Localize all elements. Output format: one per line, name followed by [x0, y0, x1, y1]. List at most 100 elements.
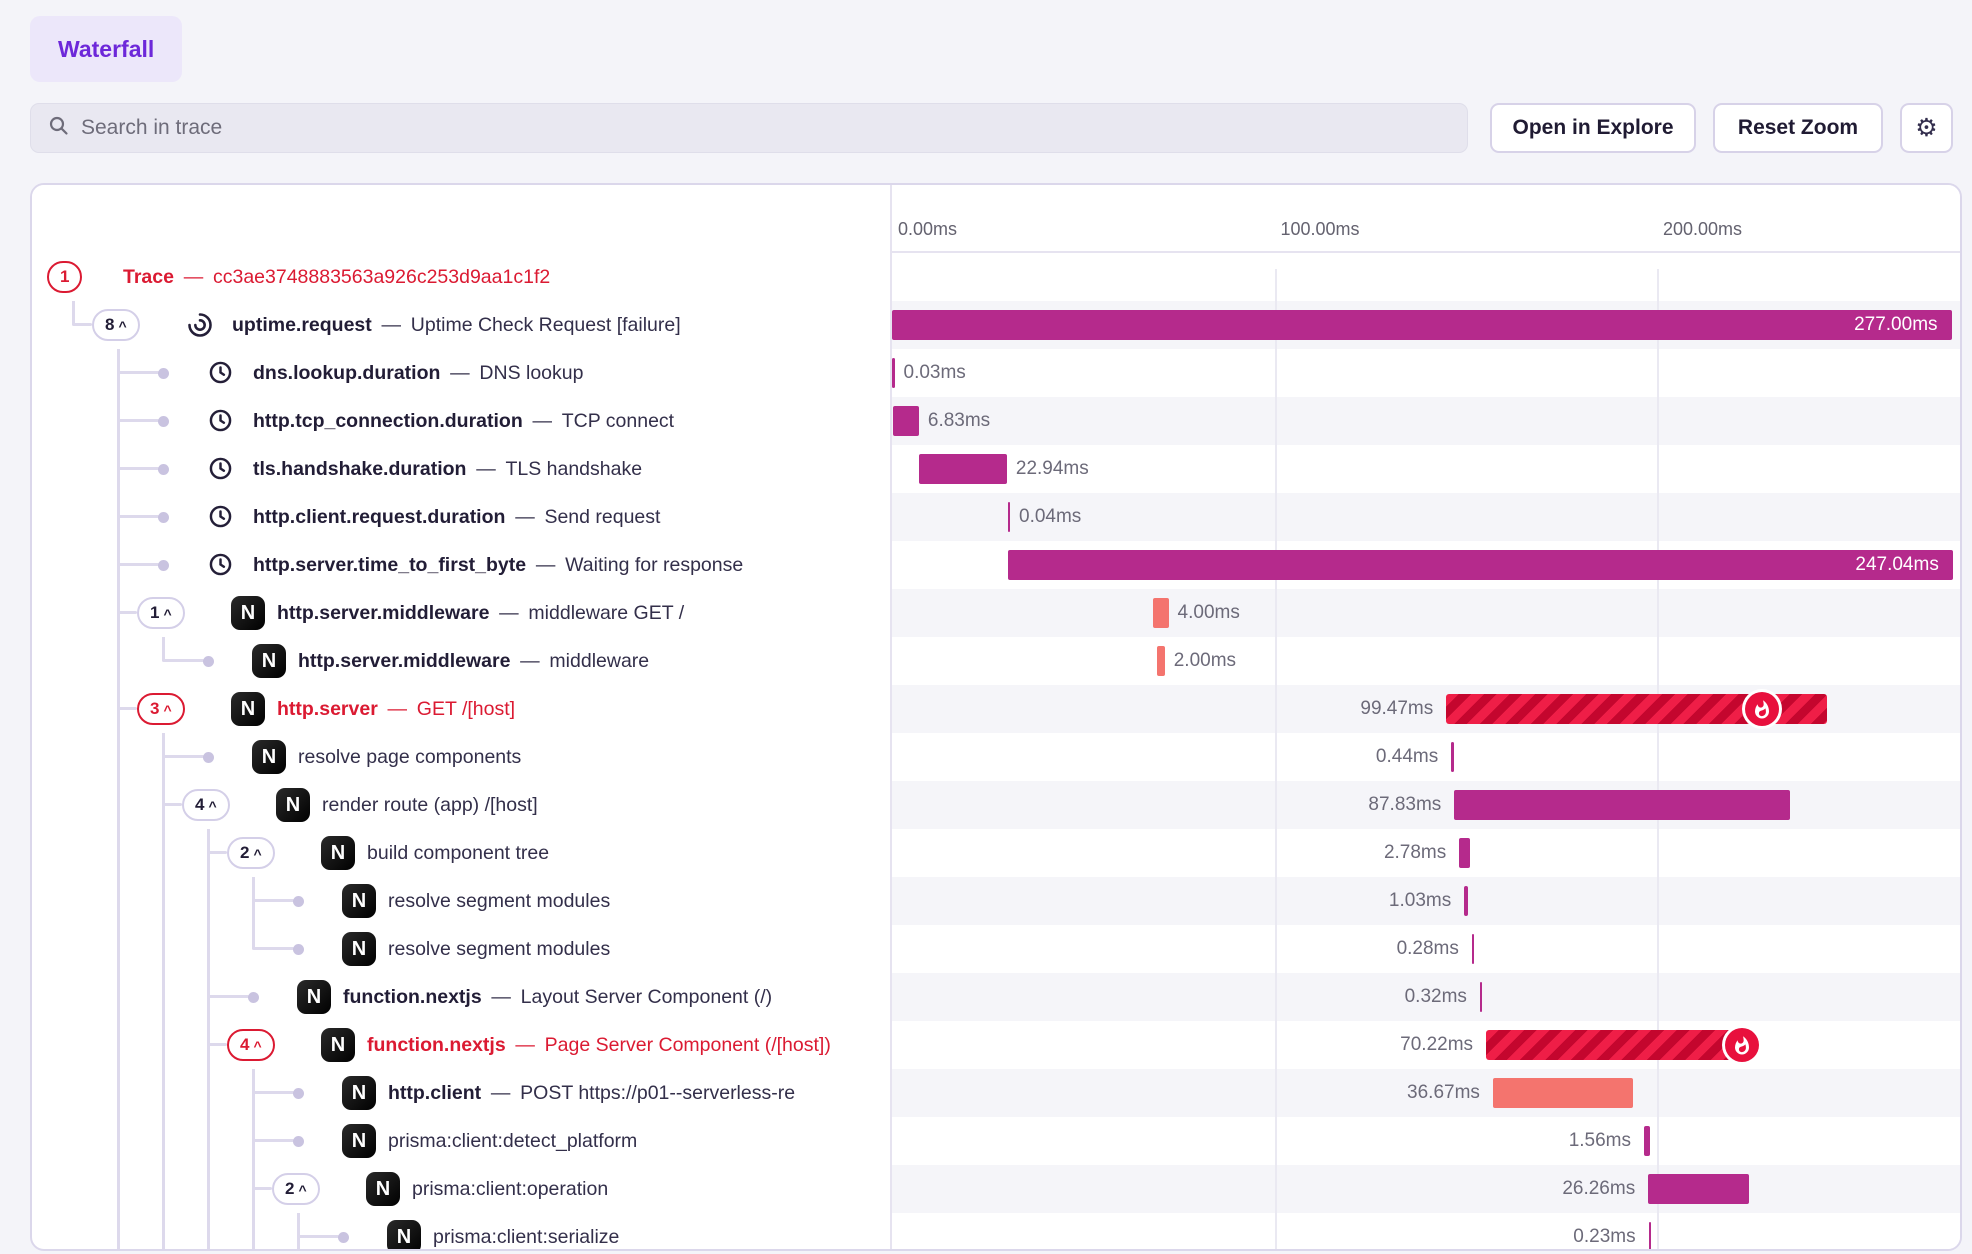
trace-row[interactable]: 1Trace — cc3ae3748883563a926c253d9aa1c1f…	[32, 253, 1960, 301]
duration-bar[interactable]	[1008, 502, 1011, 532]
span-description: resolve segment modules	[388, 925, 610, 973]
trace-row[interactable]: 8^uptime.request — Uptime Check Request …	[32, 301, 1960, 349]
duration-bar[interactable]	[1451, 742, 1454, 772]
waterfall-cell[interactable]: 0.28ms	[892, 925, 1960, 973]
duration-bar[interactable]	[1486, 1030, 1755, 1060]
tab-waterfall[interactable]: Waterfall	[30, 16, 182, 82]
trace-row[interactable]: dns.lookup.duration — DNS lookup0.03ms	[32, 349, 1960, 397]
span-tree-cell[interactable]: Nresolve segment modules	[32, 877, 890, 925]
trace-row[interactable]: Nresolve segment modules1.03ms	[32, 877, 1960, 925]
waterfall-cell[interactable]: 0.32ms	[892, 973, 1960, 1021]
waterfall-cell[interactable]: 70.22ms	[892, 1021, 1960, 1069]
duration-bar[interactable]	[1153, 598, 1168, 628]
span-tree-cell[interactable]: http.client.request.duration — Send requ…	[32, 493, 890, 541]
trace-row[interactable]: 2^Nprisma:client:operation26.26ms	[32, 1165, 1960, 1213]
waterfall-cell[interactable]: 1.03ms	[892, 877, 1960, 925]
span-tree-cell[interactable]: 2^Nprisma:client:operation	[32, 1165, 890, 1213]
span-tree-cell[interactable]: 1Trace — cc3ae3748883563a926c253d9aa1c1f…	[32, 253, 890, 301]
duration-bar[interactable]	[1008, 550, 1953, 580]
span-tree-cell[interactable]: Nhttp.client — POST https://p01--serverl…	[32, 1069, 890, 1117]
waterfall-cell[interactable]: 247.04ms	[892, 541, 1960, 589]
span-tree-cell[interactable]: dns.lookup.duration — DNS lookup	[32, 349, 890, 397]
waterfall-cell[interactable]: 0.03ms	[892, 349, 1960, 397]
span-count-pill[interactable]: 2^	[272, 1173, 320, 1205]
waterfall-cell[interactable]: 99.47ms	[892, 685, 1960, 733]
span-count-pill[interactable]: 1^	[137, 597, 185, 629]
span-description: http.server.middleware — middleware GET …	[277, 589, 684, 637]
waterfall-cell[interactable]: 87.83ms	[892, 781, 1960, 829]
duration-bar[interactable]	[1454, 790, 1790, 820]
span-tree-cell[interactable]: 4^Nfunction.nextjs — Page Server Compone…	[32, 1021, 890, 1069]
trace-row[interactable]: tls.handshake.duration — TLS handshake22…	[32, 445, 1960, 493]
trace-row[interactable]: 4^Nrender route (app) /[host]87.83ms	[32, 781, 1960, 829]
trace-row[interactable]: 2^Nbuild component tree2.78ms	[32, 829, 1960, 877]
waterfall-cell[interactable]: 2.78ms	[892, 829, 1960, 877]
trace-row[interactable]: Nresolve segment modules0.28ms	[32, 925, 1960, 973]
reset-zoom-button[interactable]: Reset Zoom	[1713, 103, 1883, 153]
duration-bar[interactable]	[1644, 1126, 1650, 1156]
duration-bar[interactable]	[892, 310, 1952, 340]
span-count-pill[interactable]: 2^	[227, 837, 275, 869]
duration-bar[interactable]	[1480, 982, 1483, 1012]
waterfall-cell[interactable]: 36.67ms	[892, 1069, 1960, 1117]
trace-row[interactable]: Nhttp.server.middleware — middleware2.00…	[32, 637, 1960, 685]
waterfall-cell[interactable]: 1.56ms	[892, 1117, 1960, 1165]
span-tree-cell[interactable]: http.server.time_to_first_byte — Waiting…	[32, 541, 890, 589]
span-tree-cell[interactable]: Nhttp.server.middleware — middleware	[32, 637, 890, 685]
waterfall-cell[interactable]: 2.00ms	[892, 637, 1960, 685]
span-tree-cell[interactable]: Nfunction.nextjs — Layout Server Compone…	[32, 973, 890, 1021]
waterfall-cell[interactable]: 4.00ms	[892, 589, 1960, 637]
waterfall-cell[interactable]: 6.83ms	[892, 397, 1960, 445]
span-count-pill[interactable]: 4^	[182, 789, 230, 821]
trace-row[interactable]: 1^Nhttp.server.middleware — middleware G…	[32, 589, 1960, 637]
trace-row[interactable]: Nprisma:client:detect_platform1.56ms	[32, 1117, 1960, 1165]
trace-row[interactable]: http.server.time_to_first_byte — Waiting…	[32, 541, 1960, 589]
span-tree-cell[interactable]: 8^uptime.request — Uptime Check Request …	[32, 301, 890, 349]
trace-row[interactable]: Nresolve page components0.44ms	[32, 733, 1960, 781]
span-tree-cell[interactable]: 4^Nrender route (app) /[host]	[32, 781, 890, 829]
duration-bar[interactable]	[893, 406, 919, 436]
span-count-pill[interactable]: 4^	[227, 1029, 275, 1061]
trace-row[interactable]: 3^Nhttp.server — GET /[host]99.47ms	[32, 685, 1960, 733]
span-tree-cell[interactable]: Nresolve segment modules	[32, 925, 890, 973]
span-tree-cell[interactable]: http.tcp_connection.duration — TCP conne…	[32, 397, 890, 445]
search-input[interactable]: Search in trace	[30, 103, 1468, 153]
duration-bar[interactable]	[1157, 646, 1165, 676]
span-tree-cell[interactable]: Nresolve page components	[32, 733, 890, 781]
duration-bar[interactable]	[1464, 886, 1468, 916]
duration-bar[interactable]	[919, 454, 1007, 484]
span-tree-cell[interactable]: Nprisma:client:detect_platform	[32, 1117, 890, 1165]
span-tree-cell[interactable]: 3^Nhttp.server — GET /[host]	[32, 685, 890, 733]
waterfall-cell[interactable]: 277.00ms	[892, 301, 1960, 349]
open-in-explore-button[interactable]: Open in Explore	[1490, 103, 1696, 153]
duration-bar[interactable]	[1648, 1174, 1748, 1204]
span-tree-cell[interactable]: Nprisma:client:serialize	[32, 1213, 890, 1251]
waterfall-cell[interactable]	[892, 253, 1960, 301]
settings-button[interactable]: ⚙	[1900, 103, 1953, 153]
trace-row[interactable]: Nprisma:client:serialize0.23ms	[32, 1213, 1960, 1251]
duration-bar[interactable]	[1493, 1078, 1633, 1108]
trace-row[interactable]: http.client.request.duration — Send requ…	[32, 493, 1960, 541]
waterfall-cell[interactable]: 26.26ms	[892, 1165, 1960, 1213]
span-count-pill[interactable]: 1	[47, 261, 82, 293]
span-count-pill[interactable]: 3^	[137, 693, 185, 725]
duration-bar[interactable]	[1649, 1222, 1652, 1251]
chevron-up-icon: ^	[253, 846, 261, 862]
waterfall-cell[interactable]: 22.94ms	[892, 445, 1960, 493]
span-op-name: http.client	[388, 1082, 481, 1104]
duration-bar[interactable]	[892, 358, 895, 388]
duration-bar[interactable]	[1472, 934, 1475, 964]
trace-row[interactable]: Nfunction.nextjs — Layout Server Compone…	[32, 973, 1960, 1021]
span-op-name: function.nextjs	[343, 986, 482, 1008]
waterfall-cell[interactable]: 0.44ms	[892, 733, 1960, 781]
span-tree-cell[interactable]: tls.handshake.duration — TLS handshake	[32, 445, 890, 493]
span-count-pill[interactable]: 8^	[92, 309, 140, 341]
trace-row[interactable]: 4^Nfunction.nextjs — Page Server Compone…	[32, 1021, 1960, 1069]
duration-bar[interactable]	[1459, 838, 1470, 868]
span-tree-cell[interactable]: 2^Nbuild component tree	[32, 829, 890, 877]
trace-row[interactable]: Nhttp.client — POST https://p01--serverl…	[32, 1069, 1960, 1117]
waterfall-cell[interactable]: 0.04ms	[892, 493, 1960, 541]
trace-row[interactable]: http.tcp_connection.duration — TCP conne…	[32, 397, 1960, 445]
waterfall-cell[interactable]: 0.23ms	[892, 1213, 1960, 1251]
span-tree-cell[interactable]: 1^Nhttp.server.middleware — middleware G…	[32, 589, 890, 637]
